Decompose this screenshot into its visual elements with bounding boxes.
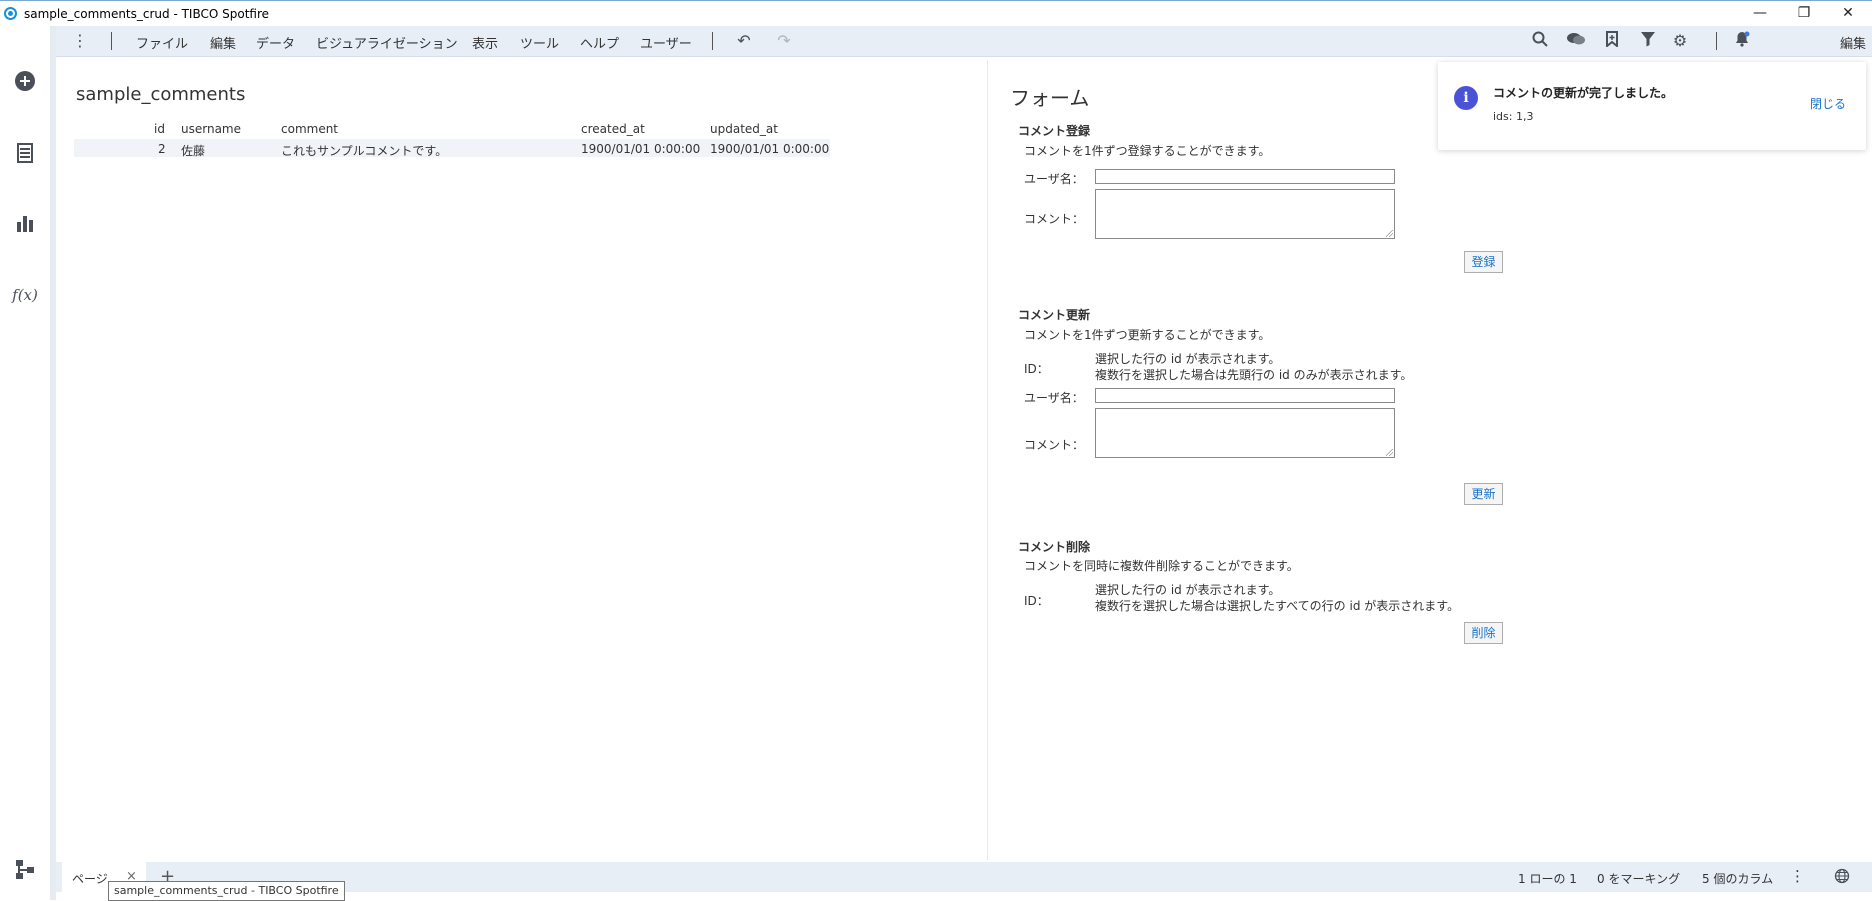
bookmark-icon[interactable]: [1602, 31, 1622, 51]
column-header-username[interactable]: username: [181, 122, 241, 136]
menu-bar: ⋮ ファイル 編集 データ ビジュアライゼーション 表示 ツール ヘルプ ユーザ…: [56, 26, 1872, 57]
delete-id-hint-1: 選択した行の id が表示されます。: [1095, 583, 1281, 597]
register-section-title: コメント登録: [1018, 124, 1091, 138]
column-header-created-at[interactable]: created_at: [581, 122, 645, 136]
restore-button[interactable]: ❐: [1782, 1, 1826, 27]
menu-visualization[interactable]: ビジュアライゼーション: [316, 33, 458, 52]
update-id-label: ID：: [1024, 362, 1049, 376]
cell-updated-at: 1900/01/01 0:00:00: [710, 142, 830, 156]
menu-view[interactable]: 表示: [472, 33, 498, 52]
window-title-bar: sample_comments_crud - TIBCO Spotfire — …: [0, 0, 1872, 27]
update-id-hint-2: 複数行を選択した場合は先頭行の id のみが表示されます。: [1095, 368, 1413, 382]
register-button[interactable]: 登録: [1464, 251, 1503, 273]
delete-button[interactable]: 削除: [1464, 622, 1503, 644]
register-username-label: ユーザ名：: [1024, 172, 1084, 186]
visualization-title: sample_comments: [76, 84, 246, 105]
menu-help[interactable]: ヘルプ: [580, 33, 619, 52]
register-comment-label: コメント：: [1024, 212, 1085, 226]
left-rail: f(x): [0, 26, 56, 900]
update-id-hint-1: 選択した行の id が表示されます。: [1095, 352, 1281, 366]
update-section-title: コメント更新: [1018, 308, 1091, 322]
form-title: フォーム: [1010, 86, 1090, 110]
update-username-input[interactable]: [1095, 388, 1395, 403]
register-comment-textarea[interactable]: [1095, 189, 1395, 239]
notification-detail: ids: 1,3: [1493, 110, 1534, 123]
info-icon: i: [1454, 86, 1478, 110]
column-header-comment[interactable]: comment: [281, 122, 338, 136]
cell-comment: これもサンプルコメントです。: [281, 144, 448, 158]
more-vertical-icon[interactable]: ⋮: [70, 31, 90, 51]
close-window-button[interactable]: ✕: [1826, 1, 1870, 27]
menu-data[interactable]: データ: [256, 33, 295, 52]
data-table-icon[interactable]: [12, 142, 38, 168]
delete-section-title: コメント削除: [1018, 540, 1091, 554]
menu-tools[interactable]: ツール: [520, 33, 559, 52]
cell-id: 2: [158, 142, 166, 156]
more-vertical-icon[interactable]: ⋮: [1790, 867, 1805, 885]
function-icon[interactable]: f(x): [12, 286, 38, 312]
search-icon[interactable]: [1530, 31, 1550, 51]
tab-tooltip: sample_comments_crud - TIBCO Spotfire: [108, 881, 345, 901]
marking-status: 0 をマーキング: [1597, 872, 1681, 886]
update-comment-label: コメント：: [1024, 438, 1085, 452]
column-header-id[interactable]: id: [154, 122, 165, 136]
menu-separator: [111, 32, 112, 50]
column-header-updated-at[interactable]: updated_at: [710, 122, 778, 136]
update-username-label: ユーザ名：: [1024, 391, 1084, 405]
column-count-status: 5 個のカラム: [1702, 872, 1774, 886]
visualization-icon[interactable]: [12, 212, 38, 238]
notification-close-link[interactable]: 閉じる: [1810, 95, 1846, 112]
add-icon[interactable]: [12, 70, 38, 96]
minimize-button[interactable]: —: [1738, 1, 1782, 27]
collaboration-icon[interactable]: [1566, 31, 1586, 51]
redo-icon[interactable]: ↷: [774, 31, 794, 51]
globe-icon[interactable]: [1834, 868, 1850, 887]
table-visualization[interactable]: sample_comments id username comment crea…: [60, 70, 985, 860]
notification-message: コメントの更新が完了しました。: [1493, 86, 1674, 100]
delete-id-hint-2: 複数行を選択した場合は選択したすべての行の id が表示されます。: [1095, 599, 1460, 613]
filter-icon[interactable]: [1638, 31, 1658, 51]
update-button[interactable]: 更新: [1464, 483, 1503, 505]
row-count-status: 1 ローの 1: [1518, 872, 1577, 886]
mode-dropdown-label: 編集: [1840, 37, 1867, 52]
window-title: sample_comments_crud - TIBCO Spotfire: [24, 7, 270, 21]
gear-icon[interactable]: ⚙: [1670, 31, 1690, 51]
delete-id-label: ID：: [1024, 594, 1049, 608]
menu-file[interactable]: ファイル: [136, 33, 188, 52]
menu-edit[interactable]: 編集: [210, 33, 236, 52]
mode-dropdown[interactable]: 編集 ⌄: [1824, 30, 1872, 52]
register-section-desc: コメントを1件ずつ登録することができます。: [1024, 144, 1271, 158]
undo-icon[interactable]: ↶: [734, 31, 754, 51]
menu-separator: [1716, 32, 1717, 50]
menu-user[interactable]: ユーザー: [640, 33, 692, 52]
notification-toast: i コメントの更新が完了しました。 ids: 1,3 閉じる: [1438, 62, 1866, 150]
cell-username: 佐藤: [181, 144, 206, 158]
cell-created-at: 1900/01/01 0:00:00: [581, 142, 701, 156]
menu-separator: [712, 32, 713, 50]
delete-section-desc: コメントを同時に複数件削除することができます。: [1024, 559, 1299, 573]
form-panel: フォーム コメント登録 コメントを1件ずつ登録することができます。 ユーザ名： …: [1000, 70, 1600, 670]
update-section-desc: コメントを1件ずつ更新することができます。: [1024, 328, 1271, 342]
spotfire-app-icon: [4, 7, 17, 20]
update-comment-textarea[interactable]: [1095, 408, 1395, 458]
page-tab-label: ページ: [72, 872, 108, 886]
notification-bell-icon[interactable]: [1732, 31, 1752, 51]
register-username-input[interactable]: [1095, 169, 1395, 184]
data-flow-icon[interactable]: [12, 858, 38, 884]
visualization-divider: [987, 60, 988, 860]
